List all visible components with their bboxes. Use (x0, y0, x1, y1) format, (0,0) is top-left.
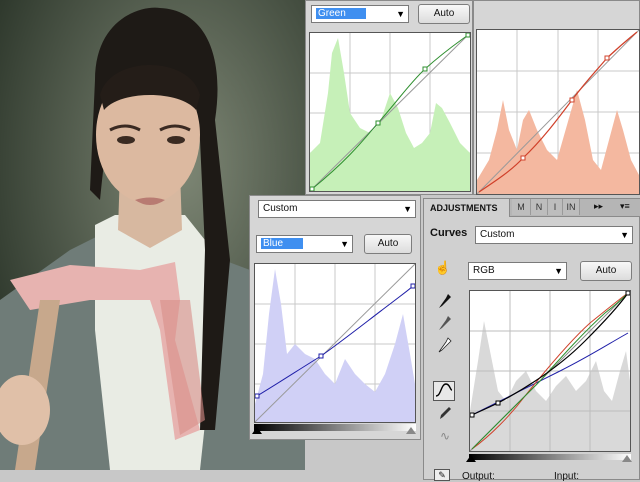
channel-select-blue[interactable]: Blue ▼ (256, 235, 353, 253)
channel-value: Green (316, 8, 366, 19)
chevron-down-icon: ▼ (620, 230, 629, 240)
curve-plot (254, 263, 416, 423)
pencil-icon[interactable] (436, 405, 454, 423)
input-gradient-bar (469, 454, 631, 460)
preset-select-blue[interactable]: Custom ▼ (258, 200, 416, 218)
curve-tool-icon[interactable] (433, 381, 455, 401)
curve-point (469, 412, 475, 418)
adjustments-panel: ADJUSTMENTS M N I IN ▸▸ ▾≡ Curves Custom… (423, 198, 640, 482)
tab-adjustments[interactable]: ADJUSTMENTS (424, 199, 510, 217)
curve-point (465, 32, 471, 38)
black-slider-handle[interactable] (252, 427, 262, 434)
output-label: Output: (462, 471, 495, 482)
curve-point (309, 186, 315, 192)
chevron-down-icon: ▼ (340, 239, 349, 249)
curve-point (625, 290, 631, 296)
eyedropper-black-icon[interactable] (436, 293, 454, 311)
chevron-down-icon: ▼ (396, 9, 405, 19)
curve-point (422, 66, 428, 72)
preset-value: Custom (480, 229, 515, 240)
curve-point (520, 155, 526, 161)
red-curves-panel (473, 0, 640, 195)
input-label: Input: (554, 471, 580, 482)
white-slider-handle[interactable] (622, 455, 632, 462)
curve-point (604, 55, 610, 61)
auto-button[interactable]: Auto (364, 234, 412, 254)
panel-tab-bar: ADJUSTMENTS M N I IN ▸▸ ▾≡ (424, 199, 640, 217)
sample-toggle-icon[interactable]: ✎ (434, 469, 450, 481)
curve-point (569, 97, 575, 103)
curve-point (495, 400, 501, 406)
blue-curves-panel: Custom ▼ Blue ▼ Auto (249, 195, 421, 440)
curve-graph-red[interactable] (476, 29, 640, 195)
tab-navigator[interactable]: N (531, 199, 548, 215)
curve-graph-blue[interactable] (254, 263, 416, 423)
chevron-down-icon: ▼ (554, 266, 563, 276)
smooth-icon[interactable]: ∿ (436, 427, 454, 445)
tab-masks[interactable]: M (512, 199, 531, 215)
channel-value: RGB (473, 265, 495, 276)
curve-plot (469, 290, 631, 452)
tab-info[interactable]: I (548, 199, 563, 215)
expand-icon[interactable]: ▸▸ (594, 201, 603, 212)
auto-button[interactable]: Auto (418, 4, 470, 24)
curve-graph-green[interactable] (309, 32, 471, 192)
panel-menu-icon[interactable]: ▾≡ (620, 201, 630, 212)
curve-plot (309, 32, 471, 192)
curve-point (318, 353, 324, 359)
tab-more[interactable]: IN (563, 199, 580, 215)
hand-adjust-icon[interactable]: ☝ (434, 259, 452, 277)
input-gradient-bar (254, 424, 416, 431)
curve-point (410, 283, 416, 289)
section-label: Curves (430, 227, 468, 239)
green-curves-panel: Green ▼ Auto (305, 0, 473, 195)
chevron-down-icon: ▼ (403, 204, 412, 214)
curve-point (375, 120, 381, 126)
curve-point (254, 393, 260, 399)
curve-plot (476, 29, 640, 195)
curve-graph-rgb[interactable] (469, 290, 631, 452)
white-slider-handle[interactable] (406, 427, 416, 434)
eyedropper-white-icon[interactable] (436, 337, 454, 355)
channel-select[interactable]: RGB ▼ (468, 262, 567, 280)
preset-select[interactable]: Custom ▼ (475, 226, 633, 244)
channel-select-green[interactable]: Green ▼ (311, 5, 409, 23)
channel-value: Blue (261, 238, 304, 249)
eyedropper-gray-icon[interactable] (436, 315, 454, 333)
auto-button[interactable]: Auto (580, 261, 632, 281)
preset-value: Custom (263, 203, 298, 214)
black-slider-handle[interactable] (466, 455, 476, 462)
